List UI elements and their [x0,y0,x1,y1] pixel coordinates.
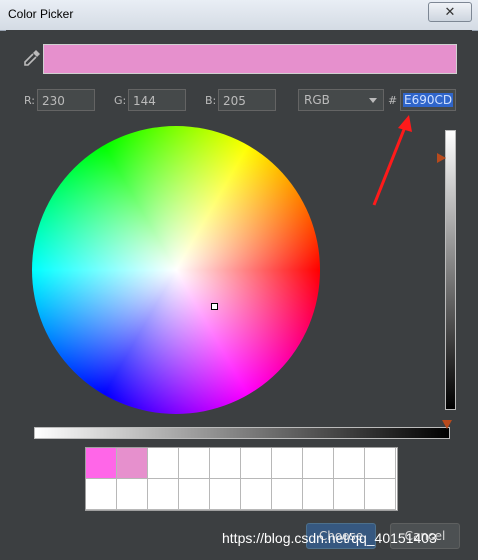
color-wheel-saturation [32,126,320,414]
recent-color-swatch[interactable] [365,448,396,479]
recent-color-swatch[interactable] [210,448,241,479]
watermark-text: https://blog.csdn.net/qq_40151403 [222,530,437,546]
recent-color-swatch[interactable] [117,448,148,479]
recent-color-swatch[interactable] [210,479,241,510]
color-wheel[interactable] [32,126,320,414]
brightness-slider-thumb[interactable] [437,153,446,163]
recent-color-swatch[interactable] [241,448,272,479]
green-field[interactable]: 144 [128,89,186,111]
hex-value: E690CD [403,93,454,107]
opacity-slider-thumb[interactable] [442,420,452,429]
b-label: B: [205,94,217,107]
brightness-slider[interactable] [445,130,456,410]
color-preview [43,44,457,74]
recent-color-swatch[interactable] [303,448,334,479]
recent-color-swatch[interactable] [117,479,148,510]
chevron-down-icon [369,98,377,103]
recent-color-swatch[interactable] [365,479,396,510]
recent-color-swatch[interactable] [334,448,365,479]
hex-prefix: # [388,94,398,107]
hex-field[interactable]: E690CD [400,89,456,111]
window-title: Color Picker [8,7,74,21]
recent-color-swatch[interactable] [303,479,334,510]
recent-color-swatch[interactable] [334,479,365,510]
recent-color-swatch[interactable] [86,479,117,510]
r-label: R: [24,94,36,107]
opacity-slider[interactable] [34,427,450,439]
close-button[interactable]: ✕ [428,2,472,22]
recent-color-swatch[interactable] [241,479,272,510]
recent-color-swatch[interactable] [86,448,117,479]
recent-color-swatch[interactable] [179,479,210,510]
recent-colors-grid [85,447,398,511]
recent-color-swatch[interactable] [272,448,303,479]
color-mode-select[interactable]: RGB [298,89,384,111]
recent-color-swatch[interactable] [148,479,179,510]
blue-field[interactable]: 205 [218,89,276,111]
eyedropper-icon[interactable] [22,48,42,68]
color-wheel-marker[interactable] [211,303,218,310]
close-icon: ✕ [444,4,456,19]
recent-color-swatch[interactable] [148,448,179,479]
recent-color-swatch[interactable] [272,479,303,510]
recent-color-swatch[interactable] [179,448,210,479]
red-field[interactable]: 230 [37,89,95,111]
color-mode-value: RGB [304,93,330,107]
g-label: G: [114,94,127,107]
title-bar: Color Picker ✕ [0,0,478,31]
